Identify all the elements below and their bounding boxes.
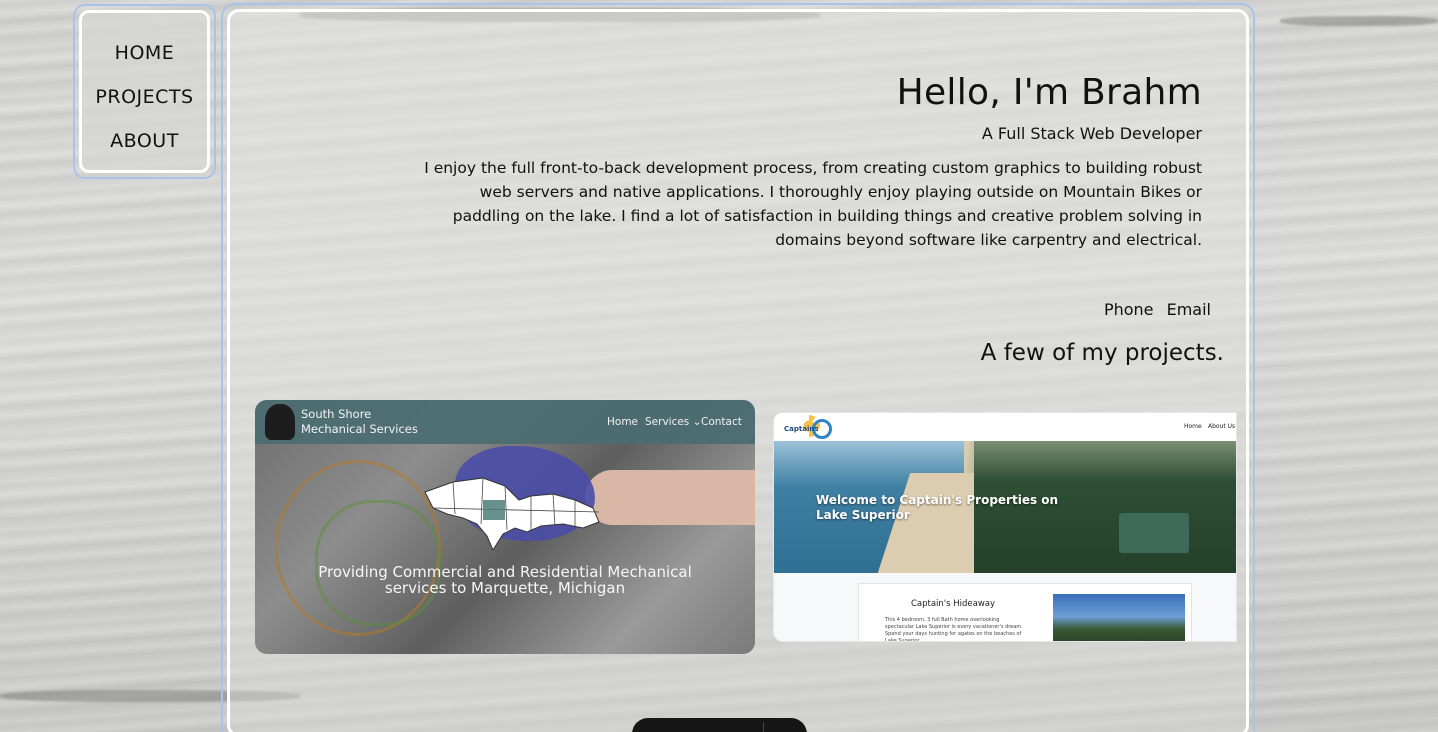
hero-heading: Welcome to Captain's Properties on Lake …: [816, 493, 1058, 523]
nav-home-link[interactable]: HOME: [82, 42, 207, 64]
brand-line: Mechanical Services: [301, 422, 418, 436]
nav-projects-link[interactable]: PROJECTS: [82, 86, 207, 108]
dog-logo-icon: [265, 404, 295, 440]
tagline-line: Providing Commercial and Residential Mec…: [318, 563, 692, 581]
navigation-panel: HOME PROJECTS ABOUT: [79, 10, 210, 173]
page-subtitle: A Full Stack Web Developer: [981, 124, 1202, 143]
contact-links: Phone Email: [1096, 300, 1211, 319]
projects-heading: A few of my projects.: [980, 340, 1224, 366]
background-brush-stroke: [1280, 16, 1438, 26]
hero-line: Welcome to Captain's Properties on: [816, 493, 1059, 507]
listing-photo: [1053, 594, 1185, 641]
page-title: Hello, I'm Brahm: [896, 72, 1202, 113]
arm-image-shape: [585, 470, 755, 525]
main-content-panel: Hello, I'm Brahm A Full Stack Web Develo…: [227, 9, 1249, 732]
phone-link[interactable]: Phone: [1104, 300, 1154, 319]
site-tagline: Providing Commercial and Residential Mec…: [255, 564, 755, 596]
brand-line: South Shore: [301, 407, 372, 421]
site-menu-item: About Us: [1208, 423, 1236, 430]
site-header-bar: [774, 413, 1236, 441]
main-content-frame: Hello, I'm Brahm A Full Stack Web Develo…: [221, 3, 1255, 732]
site-menu-item: Services ⌄: [645, 416, 702, 428]
bio-paragraph: I enjoy the full front-to-back developme…: [424, 159, 1202, 249]
project-card-south-shore[interactable]: South Shore Mechanical Services Home Ser…: [255, 400, 755, 654]
site-menu-item: Contact: [701, 416, 742, 428]
tagline-line: services to Marquette, Michigan: [384, 579, 626, 597]
toolbar-divider: [763, 722, 764, 732]
nav-about-link[interactable]: ABOUT: [82, 130, 207, 152]
upper-peninsula-map-icon: [424, 477, 600, 550]
email-link[interactable]: Email: [1167, 300, 1211, 319]
listing-title: Captain's Hideaway: [910, 599, 996, 609]
site-menu-item: Home: [1184, 423, 1202, 430]
house-image-shape: [1119, 513, 1189, 553]
floating-toolbar[interactable]: [632, 718, 807, 732]
project-card-captains[interactable]: Captains Home About Us Welcome to Captai…: [773, 412, 1237, 642]
hero-line: Lake Superior: [816, 508, 910, 522]
site-brand: South Shore Mechanical Services: [301, 407, 418, 437]
site-menu-item: Home: [607, 416, 639, 428]
main-navigation: HOME PROJECTS ABOUT: [73, 4, 216, 179]
listing-description: This 4 bedroom, 3 full Bath home overloo…: [885, 617, 1023, 642]
site-logo-text: Captains: [784, 425, 819, 433]
